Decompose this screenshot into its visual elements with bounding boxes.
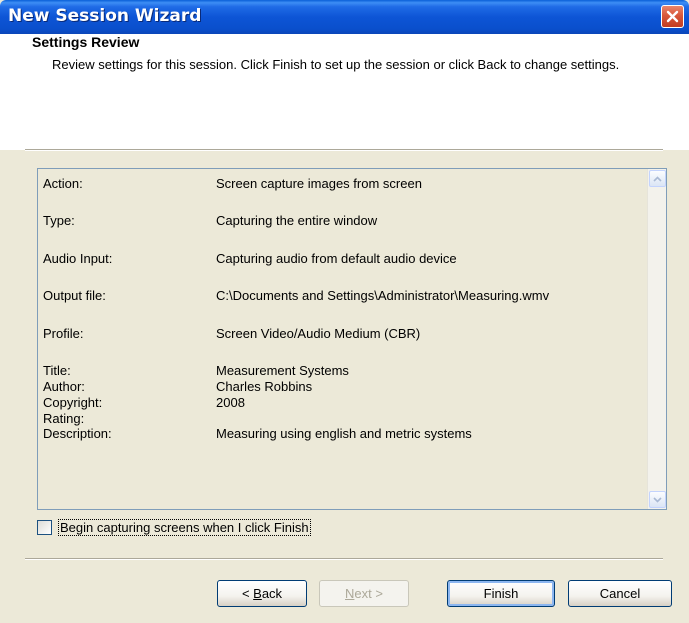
action-label: Action:: [43, 176, 83, 191]
audio-input-value: Capturing audio from default audio devic…: [216, 251, 457, 266]
copyright-value: 2008: [216, 395, 245, 410]
page-description: Review settings for this session. Click …: [52, 57, 620, 72]
cancel-button[interactable]: Cancel: [568, 580, 672, 607]
title-bar[interactable]: New Session Wizard: [0, 0, 689, 34]
next-button[interactable]: Next >: [319, 580, 409, 607]
begin-capturing-checkbox[interactable]: [37, 519, 52, 535]
footer-divider: [25, 558, 663, 560]
scroll-up-button[interactable]: [649, 170, 666, 187]
rating-label: Rating:: [43, 411, 85, 426]
action-value: Screen capture images from screen: [216, 176, 422, 191]
finish-button[interactable]: Finish: [447, 580, 555, 607]
settings-rows: Action: Screen capture images from scree…: [38, 169, 648, 509]
back-button-accel: B: [253, 586, 262, 601]
type-label: Type:: [43, 213, 75, 228]
close-icon: [666, 10, 679, 23]
page-title: Settings Review: [32, 34, 140, 50]
profile-label: Profile:: [43, 326, 84, 341]
output-file-label: Output file:: [43, 288, 106, 303]
output-file-value: C:\Documents and Settings\Administrator\…: [216, 288, 550, 303]
window-title: New Session Wizard: [8, 6, 202, 26]
author-label: Author:: [43, 379, 85, 394]
description-value: Measuring using english and metric syste…: [216, 426, 472, 441]
chevron-up-icon: [653, 175, 662, 182]
title-value: Measurement Systems: [216, 363, 349, 378]
vertical-scrollbar[interactable]: [647, 169, 666, 509]
begin-capturing-label[interactable]: Begin capturing screens when I click Fin…: [58, 518, 311, 536]
next-button-accel: N: [345, 586, 355, 601]
wizard-header: [0, 34, 689, 150]
header-divider: [25, 149, 663, 151]
profile-value: Screen Video/Audio Medium (CBR): [216, 326, 421, 341]
chevron-down-icon: [653, 496, 662, 503]
begin-capturing-option[interactable]: Begin capturing screens when I click Fin…: [37, 518, 311, 536]
type-value: Capturing the entire window: [216, 213, 378, 228]
copyright-label: Copyright:: [43, 395, 103, 410]
description-label: Description:: [43, 426, 112, 441]
next-button-rest: ext >: [354, 586, 383, 601]
back-button-rest: ack: [261, 586, 283, 601]
title-label: Title:: [43, 363, 71, 378]
back-button[interactable]: < Back: [217, 580, 307, 607]
scroll-down-button[interactable]: [649, 491, 666, 508]
back-button-prefix: <: [241, 586, 254, 601]
close-button[interactable]: [661, 5, 684, 28]
audio-input-label: Audio Input:: [43, 251, 113, 266]
settings-review-list[interactable]: Action: Screen capture images from scree…: [37, 168, 667, 510]
wizard-window: New Session Wizard Settings Review Revie…: [0, 0, 689, 623]
author-value: Charles Robbins: [216, 379, 313, 394]
